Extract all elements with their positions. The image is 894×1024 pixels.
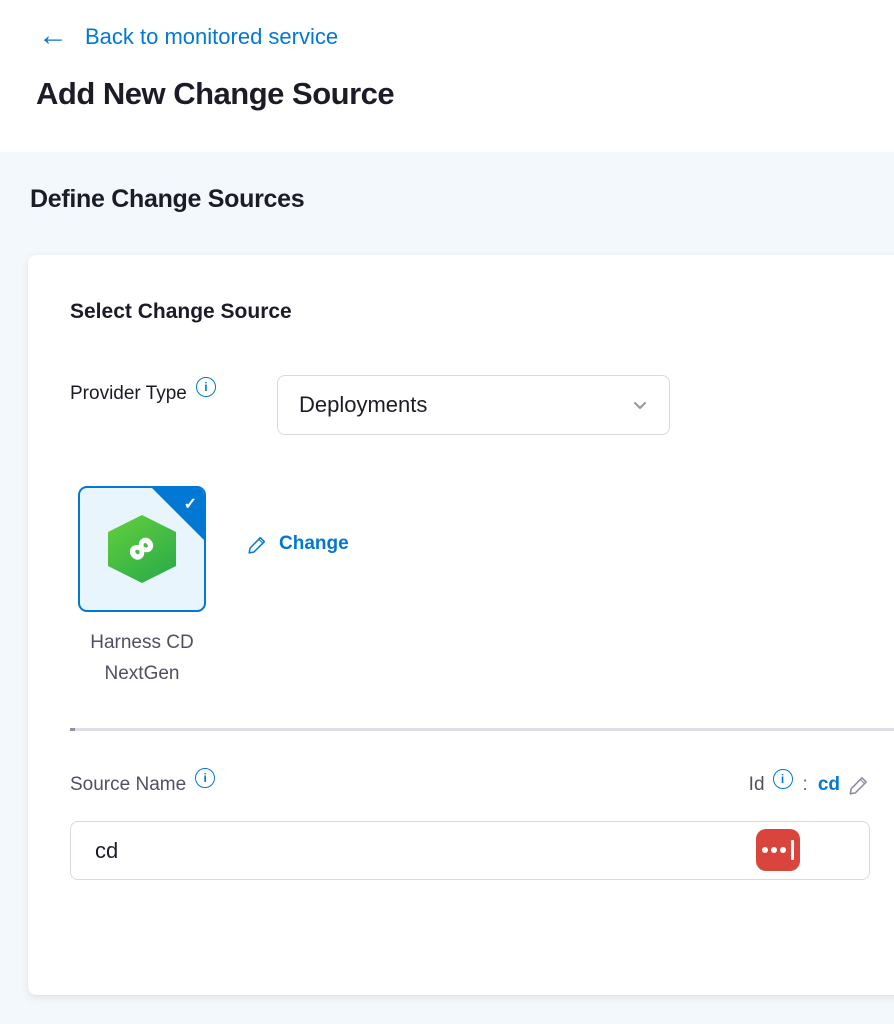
divider-cap [70, 728, 75, 731]
back-link[interactable]: ← Back to monitored service [38, 22, 338, 52]
section-title: Define Change Sources [30, 185, 304, 214]
provider-tile-label: Harness CD NextGen [60, 627, 224, 689]
change-provider-link[interactable]: Change [247, 533, 349, 555]
card-heading: Select Change Source [70, 300, 292, 324]
harness-cd-icon: ∞ [108, 515, 176, 583]
cursor-bar [791, 840, 794, 860]
provider-tile-harness-cd-nextgen[interactable]: ✓ ∞ [78, 486, 206, 612]
dot [780, 847, 786, 853]
chevron-down-icon [629, 394, 651, 416]
provider-type-dropdown[interactable]: Deployments [277, 375, 670, 435]
id-label: Id [749, 774, 765, 796]
id-group: Id i : cd [749, 774, 870, 796]
source-name-row: Source Name i Id i : cd [70, 774, 870, 796]
id-separator: : [803, 774, 808, 796]
info-icon[interactable]: i [195, 768, 215, 788]
source-name-label: Source Name i [70, 774, 215, 796]
source-name-label-text: Source Name [70, 774, 186, 796]
page-title: Add New Change Source [36, 76, 394, 112]
pencil-icon [247, 534, 268, 555]
password-manager-autofill-icon[interactable] [756, 829, 800, 871]
dot [762, 847, 768, 853]
source-name-input-wrap [70, 821, 870, 880]
dot [771, 847, 777, 853]
back-arrow-icon: ← [38, 21, 68, 51]
edit-id-pencil-icon[interactable] [848, 774, 870, 796]
source-name-input[interactable] [70, 821, 870, 880]
page-header: ← Back to monitored service Add New Chan… [0, 0, 894, 152]
provider-type-label-text: Provider Type [70, 383, 187, 405]
infinity-glyph: ∞ [119, 525, 162, 569]
back-link-label: Back to monitored service [85, 24, 338, 50]
check-icon: ✓ [184, 494, 197, 514]
info-icon[interactable]: i [773, 769, 793, 789]
provider-type-label: Provider Type i [70, 383, 216, 405]
add-change-source-page: ← Back to monitored service Add New Chan… [0, 0, 894, 1024]
divider [70, 728, 894, 731]
change-source-card: Select Change Source Provider Type i Dep… [28, 255, 894, 995]
provider-type-value: Deployments [299, 392, 427, 418]
id-value: cd [818, 774, 840, 796]
info-icon[interactable]: i [196, 377, 216, 397]
change-link-label: Change [279, 533, 349, 555]
